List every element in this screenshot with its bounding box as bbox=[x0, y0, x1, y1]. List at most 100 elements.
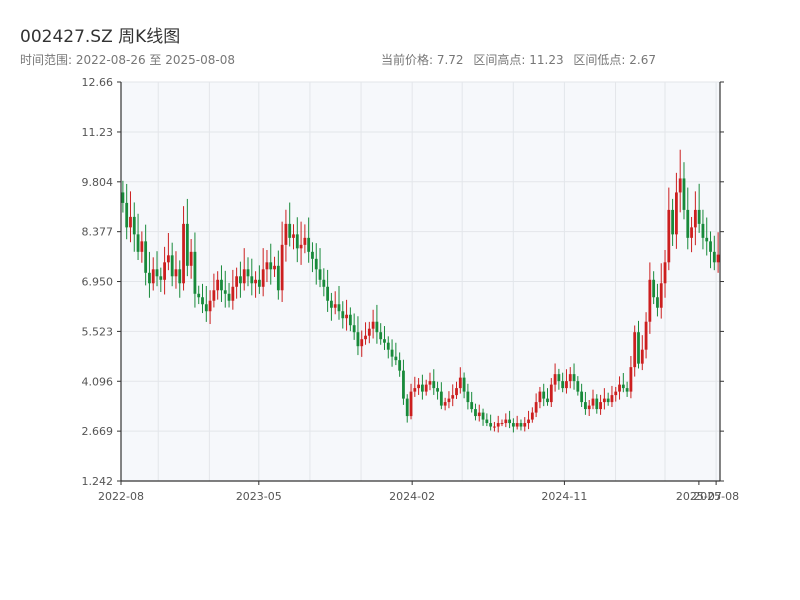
candle-body bbox=[333, 304, 337, 308]
candle-body bbox=[625, 388, 629, 392]
candle-body bbox=[519, 423, 523, 427]
candle-body bbox=[659, 283, 663, 308]
candle-body bbox=[231, 286, 235, 301]
candle-body bbox=[303, 237, 307, 245]
x-tick-label: 2023-05 bbox=[236, 490, 282, 503]
candle-body bbox=[614, 391, 618, 396]
candle-body bbox=[295, 234, 299, 249]
candle-body bbox=[235, 276, 239, 287]
candle-body bbox=[678, 178, 682, 193]
candle-body bbox=[201, 297, 204, 305]
candle-body bbox=[675, 192, 678, 235]
candle-body bbox=[466, 391, 470, 403]
candle-body bbox=[420, 384, 424, 392]
candle-body bbox=[220, 279, 223, 291]
candle-body bbox=[530, 412, 534, 420]
candle-body bbox=[314, 258, 318, 270]
candle-body bbox=[693, 209, 697, 228]
candle-body bbox=[493, 426, 496, 428]
candle-body bbox=[204, 304, 208, 312]
candle-body bbox=[489, 423, 493, 427]
candle-body bbox=[511, 423, 515, 427]
candle-body bbox=[212, 290, 216, 301]
candle-body bbox=[576, 381, 580, 392]
candle-body bbox=[606, 398, 610, 403]
candle-body bbox=[644, 321, 648, 350]
candle-body bbox=[515, 423, 519, 427]
candle-body bbox=[352, 325, 356, 333]
candle-body bbox=[610, 395, 614, 403]
candle-body bbox=[136, 234, 140, 252]
y-tick-label: 2.669 bbox=[82, 425, 114, 438]
candle-body bbox=[341, 311, 345, 319]
x-tick-label: 2024-11 bbox=[541, 490, 587, 503]
candle-body bbox=[280, 244, 284, 291]
candle-body bbox=[159, 276, 163, 280]
candle-body bbox=[360, 339, 364, 347]
candle-body bbox=[439, 391, 443, 406]
candle-body bbox=[656, 297, 659, 308]
candle-body bbox=[386, 342, 390, 350]
candle-body bbox=[591, 398, 595, 406]
candle-body bbox=[553, 374, 557, 385]
candle-body bbox=[144, 241, 148, 273]
candle-body bbox=[371, 321, 375, 329]
candle-body bbox=[602, 398, 606, 403]
candle-body bbox=[549, 384, 553, 403]
candle-body bbox=[705, 237, 709, 242]
candle-body bbox=[629, 367, 633, 392]
y-tick-label: 9.804 bbox=[82, 176, 114, 189]
candle-body bbox=[364, 335, 367, 340]
candle-body bbox=[652, 279, 656, 298]
candle-body bbox=[477, 412, 481, 417]
candle-body bbox=[447, 398, 451, 403]
candle-body bbox=[534, 402, 538, 413]
candle-body bbox=[166, 255, 170, 263]
candle-body bbox=[242, 269, 246, 284]
candle-body bbox=[390, 349, 394, 357]
candle-body bbox=[174, 269, 178, 277]
candle-body bbox=[712, 251, 716, 263]
candle-body bbox=[254, 279, 257, 284]
candle-body bbox=[227, 293, 231, 301]
candle-body bbox=[292, 234, 295, 238]
candle-body bbox=[716, 254, 720, 263]
candle-body bbox=[257, 279, 261, 287]
candle-body bbox=[367, 328, 371, 336]
candle-body bbox=[542, 391, 546, 399]
candle-body bbox=[432, 381, 436, 389]
candle-body bbox=[561, 381, 565, 389]
candle-body bbox=[633, 332, 637, 368]
candle-body bbox=[197, 293, 201, 298]
candle-body bbox=[223, 290, 227, 294]
candle-body bbox=[474, 409, 477, 417]
candle-body bbox=[565, 381, 568, 389]
x-axis-labels: 2022-08 2023-05 2024-02 2024-11 2025-072025-… bbox=[98, 481, 739, 503]
candle-body bbox=[458, 377, 462, 389]
candle-body bbox=[246, 269, 250, 277]
candle-body bbox=[250, 276, 254, 284]
candle-body bbox=[527, 419, 530, 424]
x-tick-label: 2024-02 bbox=[389, 490, 435, 503]
candle-body bbox=[701, 223, 705, 238]
candle-body bbox=[709, 241, 712, 252]
candle-body bbox=[405, 398, 409, 417]
candle-body bbox=[671, 209, 675, 235]
candle-body bbox=[523, 423, 527, 427]
candle-body bbox=[455, 388, 458, 396]
candle-body bbox=[485, 419, 489, 424]
candle-body bbox=[663, 262, 667, 284]
candle-body bbox=[288, 223, 292, 238]
candle-body bbox=[125, 202, 129, 228]
candle-body bbox=[568, 374, 572, 382]
x-tick-label: 2022-08 bbox=[98, 490, 144, 503]
candle-body bbox=[637, 332, 640, 364]
candle-body bbox=[595, 398, 599, 410]
candle-body bbox=[208, 300, 212, 312]
candle-body bbox=[261, 269, 265, 287]
candle-body bbox=[326, 286, 330, 301]
candle-body bbox=[185, 223, 189, 266]
candle-body bbox=[140, 241, 144, 252]
candle-body bbox=[584, 402, 587, 410]
candle-body bbox=[508, 419, 511, 424]
